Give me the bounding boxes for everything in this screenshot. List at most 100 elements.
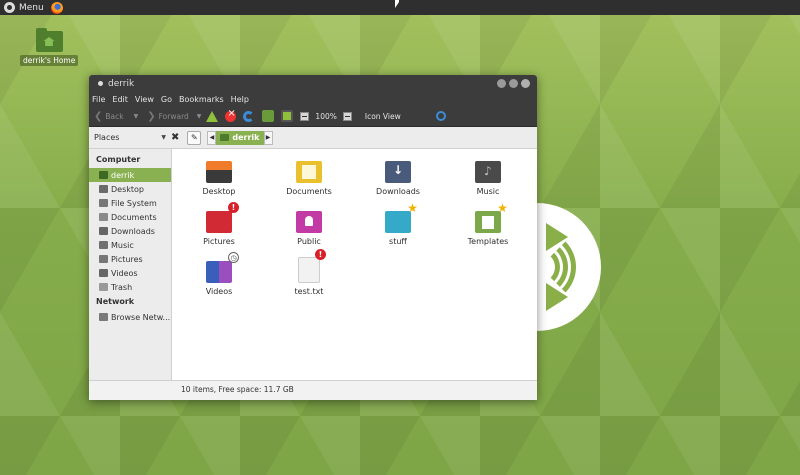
minimize-button[interactable] bbox=[497, 79, 506, 88]
forward-button[interactable]: ❯ Forward ▼ bbox=[147, 111, 201, 122]
search-icon[interactable] bbox=[435, 111, 446, 121]
folder-music-icon bbox=[475, 161, 501, 183]
breadcrumb-label: derrik bbox=[232, 133, 260, 142]
reload-icon[interactable] bbox=[243, 110, 255, 122]
chevron-left-icon: ❮ bbox=[94, 110, 103, 122]
status-bar: 10 items, Free space: 11.7 GB bbox=[89, 380, 537, 397]
sidebar-item-label: Downloads bbox=[111, 226, 155, 236]
desktop-home-label: derrik's Home bbox=[20, 55, 79, 66]
window-title: derrik bbox=[108, 78, 135, 89]
folder-icon: ★ bbox=[385, 201, 418, 233]
file-label: Desktop bbox=[202, 187, 236, 196]
file-item-stuff[interactable]: ★ stuff bbox=[358, 201, 438, 246]
drive-icon bbox=[99, 199, 108, 207]
sidebar-item-pictures[interactable]: Pictures bbox=[89, 252, 171, 266]
sidebar-mode-select[interactable]: Places ▼ bbox=[89, 133, 171, 142]
file-item-downloads[interactable]: Downloads bbox=[358, 161, 438, 196]
sidebar-item-music[interactable]: Music bbox=[89, 238, 171, 252]
maximize-button[interactable] bbox=[509, 79, 518, 88]
clock-emblem-icon: ◷ bbox=[228, 252, 239, 263]
file-item-test-txt[interactable]: ! test.txt bbox=[269, 249, 349, 296]
sidebar-heading-computer: Computer bbox=[96, 155, 141, 164]
menu-view[interactable]: View bbox=[135, 95, 154, 104]
menu-edit[interactable]: Edit bbox=[112, 95, 128, 104]
file-item-music[interactable]: Music bbox=[448, 161, 528, 196]
zoom-in-icon[interactable] bbox=[342, 111, 352, 121]
file-label: Downloads bbox=[376, 187, 420, 196]
sidebar-item-label: Desktop bbox=[111, 184, 144, 194]
sidebar-item-label: Videos bbox=[111, 268, 138, 278]
home-folder-icon bbox=[99, 171, 108, 179]
sidebar-item-desktop[interactable]: Desktop bbox=[89, 182, 171, 196]
file-label: Pictures bbox=[203, 237, 235, 246]
status-text: 10 items, Free space: 11.7 GB bbox=[181, 384, 294, 394]
pictures-icon bbox=[99, 255, 108, 263]
file-item-pictures[interactable]: ! Pictures bbox=[179, 202, 259, 246]
breadcrumb-derrik[interactable]: derrik bbox=[216, 130, 264, 145]
file-label: stuff bbox=[389, 237, 407, 246]
sidebar-item-file-system[interactable]: File System bbox=[89, 196, 171, 210]
menu-file[interactable]: File bbox=[92, 95, 105, 104]
music-icon bbox=[99, 241, 108, 249]
firefox-icon[interactable] bbox=[50, 1, 63, 14]
close-button[interactable] bbox=[521, 79, 530, 88]
text-file-icon: ! bbox=[298, 249, 326, 283]
home-folder-icon bbox=[220, 134, 230, 141]
menu-go[interactable]: Go bbox=[161, 95, 172, 104]
forward-dropdown-icon: ▼ bbox=[196, 112, 202, 120]
desktop-home-icon[interactable]: derrik's Home bbox=[20, 28, 79, 66]
close-sidebar-icon[interactable]: ✖ bbox=[171, 132, 179, 143]
file-label: Music bbox=[476, 187, 500, 196]
window-controls bbox=[497, 79, 530, 88]
file-label: test.txt bbox=[294, 287, 324, 296]
folder-documents-icon bbox=[296, 161, 322, 183]
file-item-desktop[interactable]: Desktop bbox=[179, 161, 259, 196]
home-folder-icon bbox=[35, 28, 63, 52]
titlebar[interactable]: derrik bbox=[89, 75, 537, 92]
file-item-documents[interactable]: Documents bbox=[269, 161, 349, 196]
zoom-out-icon[interactable] bbox=[300, 111, 310, 121]
forward-label: Forward bbox=[158, 111, 189, 121]
sidebar-item-documents[interactable]: Documents bbox=[89, 210, 171, 224]
main-content: Computer derrik Desktop File System Docu… bbox=[89, 149, 537, 380]
edit-location-button[interactable]: ✎ bbox=[187, 130, 202, 145]
folder-desktop-icon bbox=[206, 161, 232, 183]
file-view[interactable]: Desktop Documents Downloads Music ! Pict… bbox=[172, 149, 537, 380]
sidebar-item-label: Music bbox=[111, 240, 134, 250]
menu-bookmarks[interactable]: Bookmarks bbox=[179, 95, 224, 104]
sidebar-item-downloads[interactable]: Downloads bbox=[89, 224, 171, 238]
sidebar-item-videos[interactable]: Videos bbox=[89, 266, 171, 280]
menu-help[interactable]: Help bbox=[231, 95, 249, 104]
folder-pictures-icon: ! bbox=[206, 202, 239, 233]
folder-videos-icon: ◷ bbox=[206, 252, 239, 283]
sidebar-heading-network: Network bbox=[96, 297, 135, 306]
file-item-videos[interactable]: ◷ Videos bbox=[179, 252, 259, 296]
sidebar-item-label: Documents bbox=[111, 212, 157, 222]
sidebar-item-trash[interactable]: Trash bbox=[89, 280, 171, 294]
file-manager-window: derrik File Edit View Go Bookmarks Help … bbox=[89, 75, 537, 400]
folder-downloads-icon bbox=[385, 161, 411, 183]
up-arrow-icon[interactable] bbox=[206, 110, 219, 122]
sidebar-item-label: File System bbox=[111, 198, 157, 208]
menubar: File Edit View Go Bookmarks Help bbox=[89, 92, 537, 106]
star-emblem-icon: ★ bbox=[407, 200, 418, 215]
menu-label: Menu bbox=[19, 2, 44, 13]
places-label: Places bbox=[94, 133, 120, 142]
computer-icon[interactable] bbox=[281, 110, 294, 122]
sidebar-item-derrik[interactable]: derrik bbox=[89, 168, 171, 182]
file-item-templates[interactable]: ★ Templates bbox=[448, 201, 528, 247]
mouse-cursor bbox=[395, 0, 399, 8]
menu-button[interactable]: Menu bbox=[0, 0, 44, 15]
home-icon[interactable] bbox=[262, 110, 275, 122]
desktop-icon bbox=[99, 185, 108, 193]
back-button[interactable]: ❮ Back ▼ bbox=[94, 111, 138, 122]
sidebar-item-browse-network[interactable]: Browse Netw... bbox=[89, 310, 171, 324]
view-mode-select[interactable]: Icon View bbox=[365, 112, 401, 121]
stop-icon[interactable] bbox=[225, 108, 237, 122]
breadcrumb-right-arrow[interactable]: ▶ bbox=[263, 130, 273, 145]
window-app-icon bbox=[98, 81, 103, 86]
file-item-public[interactable]: Public bbox=[269, 211, 349, 246]
breadcrumb-left-arrow[interactable]: ◀ bbox=[207, 130, 217, 145]
sidebar-item-label: Trash bbox=[111, 282, 133, 292]
warning-emblem-icon: ! bbox=[315, 249, 326, 260]
